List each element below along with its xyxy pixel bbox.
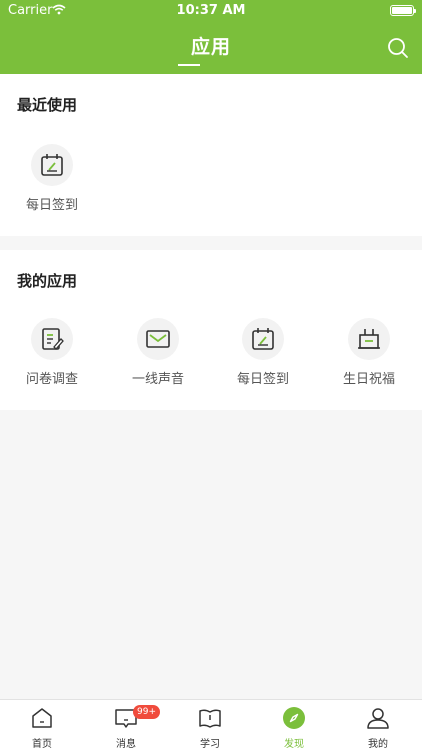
my-apps-section: 我的应用 问卷调查 一线声音 每日签到 生日祝福 bbox=[0, 250, 422, 410]
app-label: 一线声音 bbox=[131, 372, 184, 387]
battery-icon bbox=[390, 5, 416, 16]
tab-label: 消息 bbox=[116, 739, 136, 750]
tab-home[interactable]: 首页 bbox=[0, 700, 84, 750]
birthday-cake-icon bbox=[348, 318, 390, 360]
app-label: 生日祝福 bbox=[342, 372, 395, 387]
app-daily-checkin[interactable]: 每日签到 bbox=[215, 318, 311, 387]
app-frontline-voice[interactable]: 一线声音 bbox=[110, 318, 206, 387]
my-apps-section-title: 我的应用 bbox=[17, 272, 78, 290]
bottom-tab-bar: 首页 99+ 消息 学习 发现 我的 bbox=[0, 699, 422, 750]
page-title: 应用 bbox=[190, 36, 231, 58]
unread-badge: 99+ bbox=[133, 705, 160, 719]
status-time: 10:37 AM bbox=[176, 3, 246, 18]
app-birthday-wishes[interactable]: 生日祝福 bbox=[321, 318, 417, 387]
top-bar: Carrier 10:37 AM 应用 bbox=[0, 0, 422, 74]
status-bar: Carrier 10:37 AM bbox=[0, 0, 422, 22]
mail-icon bbox=[137, 318, 179, 360]
app-label: 每日签到 bbox=[236, 372, 289, 387]
app-label: 问卷调查 bbox=[25, 372, 78, 387]
compass-icon bbox=[283, 707, 305, 729]
tab-discover[interactable]: 发现 bbox=[252, 700, 336, 750]
tab-profile[interactable]: 我的 bbox=[336, 700, 420, 750]
tab-messages[interactable]: 99+ 消息 bbox=[84, 700, 168, 750]
tab-label: 首页 bbox=[32, 739, 52, 750]
tab-learning[interactable]: 学习 bbox=[168, 700, 252, 750]
book-icon bbox=[199, 709, 221, 728]
app-survey[interactable]: 问卷调查 bbox=[4, 318, 100, 387]
recent-section-title: 最近使用 bbox=[17, 96, 78, 114]
home-icon bbox=[32, 708, 52, 728]
recent-section: 最近使用 每日签到 bbox=[0, 74, 422, 236]
tab-label: 学习 bbox=[200, 739, 220, 750]
app-label: 每日签到 bbox=[25, 198, 78, 213]
tab-label: 我的 bbox=[368, 739, 388, 750]
recent-app-checkin[interactable]: 每日签到 bbox=[4, 144, 100, 213]
checkin-calendar-icon bbox=[242, 318, 284, 360]
search-icon[interactable] bbox=[386, 36, 410, 60]
survey-icon bbox=[31, 318, 73, 360]
tab-label: 发现 bbox=[284, 739, 304, 750]
checkin-calendar-icon bbox=[31, 144, 73, 186]
title-underline bbox=[178, 64, 200, 66]
user-icon bbox=[367, 708, 389, 729]
